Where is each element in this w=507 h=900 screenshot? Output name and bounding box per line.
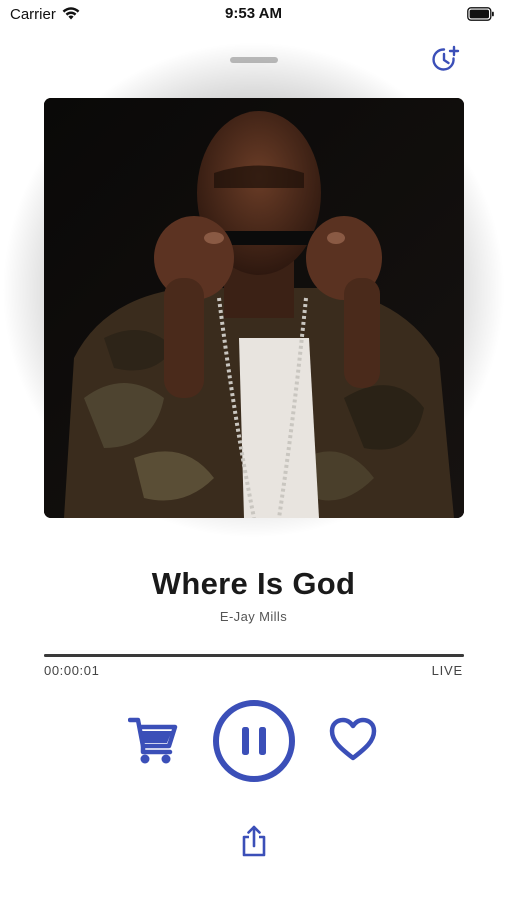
progress-fill <box>44 654 464 657</box>
progress-bar[interactable] <box>44 654 464 657</box>
song-title: Where Is God <box>151 566 356 601</box>
favorite-button[interactable] <box>328 716 378 764</box>
sleep-timer-icon <box>430 45 462 80</box>
pause-icon <box>212 700 296 787</box>
share-icon <box>239 825 269 862</box>
artist-name: E-Jay Mills <box>219 609 288 624</box>
shopping-cart-icon <box>127 717 178 770</box>
buy-button[interactable] <box>127 714 178 766</box>
elapsed-time: 00:00:01 <box>44 663 100 678</box>
status-time: 9:53 AM <box>225 5 282 22</box>
share-button[interactable] <box>239 824 269 858</box>
status-bar: Carrier 9:53 AM <box>0 0 507 30</box>
pause-button[interactable] <box>212 699 296 783</box>
sheet-grabber[interactable] <box>230 57 278 63</box>
album-artwork <box>44 98 464 518</box>
battery-icon <box>467 7 495 26</box>
live-label: LIVE <box>431 663 463 678</box>
sleep-timer-button[interactable] <box>430 44 462 76</box>
heart-icon <box>328 717 378 768</box>
